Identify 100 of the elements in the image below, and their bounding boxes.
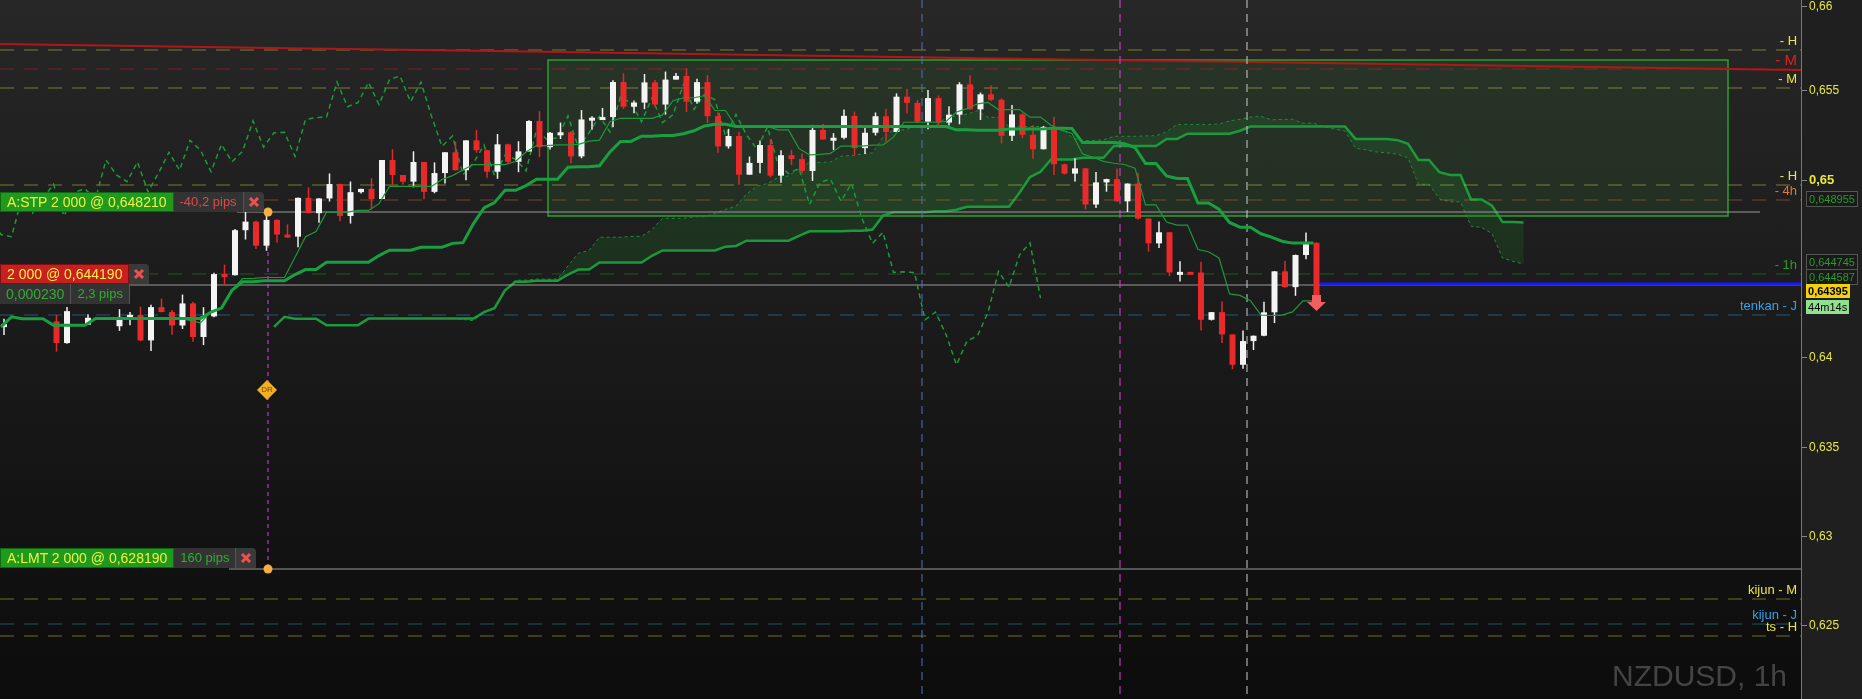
candlestick [316,197,322,224]
tick-mark [1802,536,1808,537]
candlestick [557,121,564,140]
candlestick [704,74,711,124]
candlestick [1208,311,1215,322]
tick-mark [1802,6,1808,7]
candlestick [274,218,280,244]
tick-mark [1802,447,1808,448]
level-label: - 1h [1774,257,1798,273]
candlestick [190,300,196,343]
candlestick [1166,231,1173,277]
price-tag: 0,644587 [1806,269,1858,285]
candlestick [946,105,952,127]
close-icon [240,552,253,564]
candlestick [1135,172,1141,221]
candlestick [515,140,522,173]
candlestick [431,161,438,194]
close-button[interactable] [236,548,257,568]
candlestick [158,297,165,314]
level-label: - M [1778,71,1798,87]
close-icon [133,268,146,280]
price-tag: 44m14s [1806,300,1850,314]
tick-mark [1802,357,1808,358]
candlestick [347,180,354,225]
position-label[interactable]: 2 000 @ 0,644190 [0,264,130,284]
candlestick [1219,300,1225,344]
level-label: kijun - M [1747,582,1798,598]
candlestick [862,125,868,155]
symbol-label: NZDUSD, 1h [1612,659,1788,693]
candlestick [820,123,826,141]
candlestick [1,318,7,336]
candlestick [967,74,973,111]
candlestick [872,111,879,137]
candlestick [641,73,648,110]
price-tag: 0,648955 [1806,191,1858,207]
candlestick [53,314,60,353]
order-label[interactable]: A:STP 2 000 @ 0,648210 [0,192,174,212]
level-label: - H [1779,33,1798,49]
candlestick [473,129,480,154]
candlestick [1240,329,1246,370]
candlestick [410,150,417,189]
axis-label: 0,63 [1809,528,1833,545]
candlestick [1061,162,1068,176]
level-label: - M [1775,52,1798,68]
drag-handle[interactable] [263,564,273,574]
candlestick [1187,271,1194,275]
candlestick [1030,124,1036,160]
drag-handle[interactable] [263,207,273,217]
dr-marker[interactable]: DR [257,380,277,400]
candlestick [568,130,574,165]
candlestick [767,138,774,179]
price-tag: 0,64395 [1806,284,1850,298]
level-label: - 4h [1774,183,1798,199]
level-label: tenkan - J [1739,298,1798,314]
candlestick [179,293,186,330]
candlestick [1114,167,1120,203]
candlestick [116,308,123,332]
candlestick [368,177,375,211]
candlestick [1103,178,1110,193]
candlestick [389,148,396,186]
candlestick [788,149,795,166]
candlestick [715,111,721,154]
candlestick [998,97,1005,145]
candlestick [1229,333,1236,370]
candlestick [536,110,543,158]
candlestick [599,107,606,121]
candlestick [620,72,627,110]
candlestick [652,79,658,108]
candlestick [757,139,763,174]
candlestick [746,155,753,176]
tick-mark [1802,90,1808,91]
candlestick [1156,220,1162,249]
price-tag: 0,644745 [1806,254,1858,270]
candlestick [631,99,637,114]
candlestick [1082,167,1089,211]
candlestick [1145,217,1152,253]
candlestick [421,161,427,200]
candlestick [893,92,900,133]
candlestick [694,78,700,105]
candlestick [137,306,144,342]
candlestick [1019,112,1026,139]
axis-label: 0,64 [1809,349,1833,366]
candlestick [85,313,91,326]
candlestick [662,70,669,116]
pips-label: -40,2 pips [173,192,244,212]
axis-label: 0,625 [1809,617,1840,634]
candlestick [956,81,963,126]
candlestick [1292,253,1299,297]
pips-label: 2,3 pips [71,284,130,304]
candlestick [925,89,931,130]
candlestick [1040,125,1047,151]
candlestick [463,139,469,181]
candlestick [1072,157,1078,183]
candlestick [904,88,910,115]
candlestick [830,132,837,151]
candlestick [400,174,406,186]
close-button[interactable] [129,264,150,284]
candlestick [683,67,690,113]
candlestick [211,271,217,318]
order-label[interactable]: A:LMT 2 000 @ 0,628190 [0,548,175,568]
